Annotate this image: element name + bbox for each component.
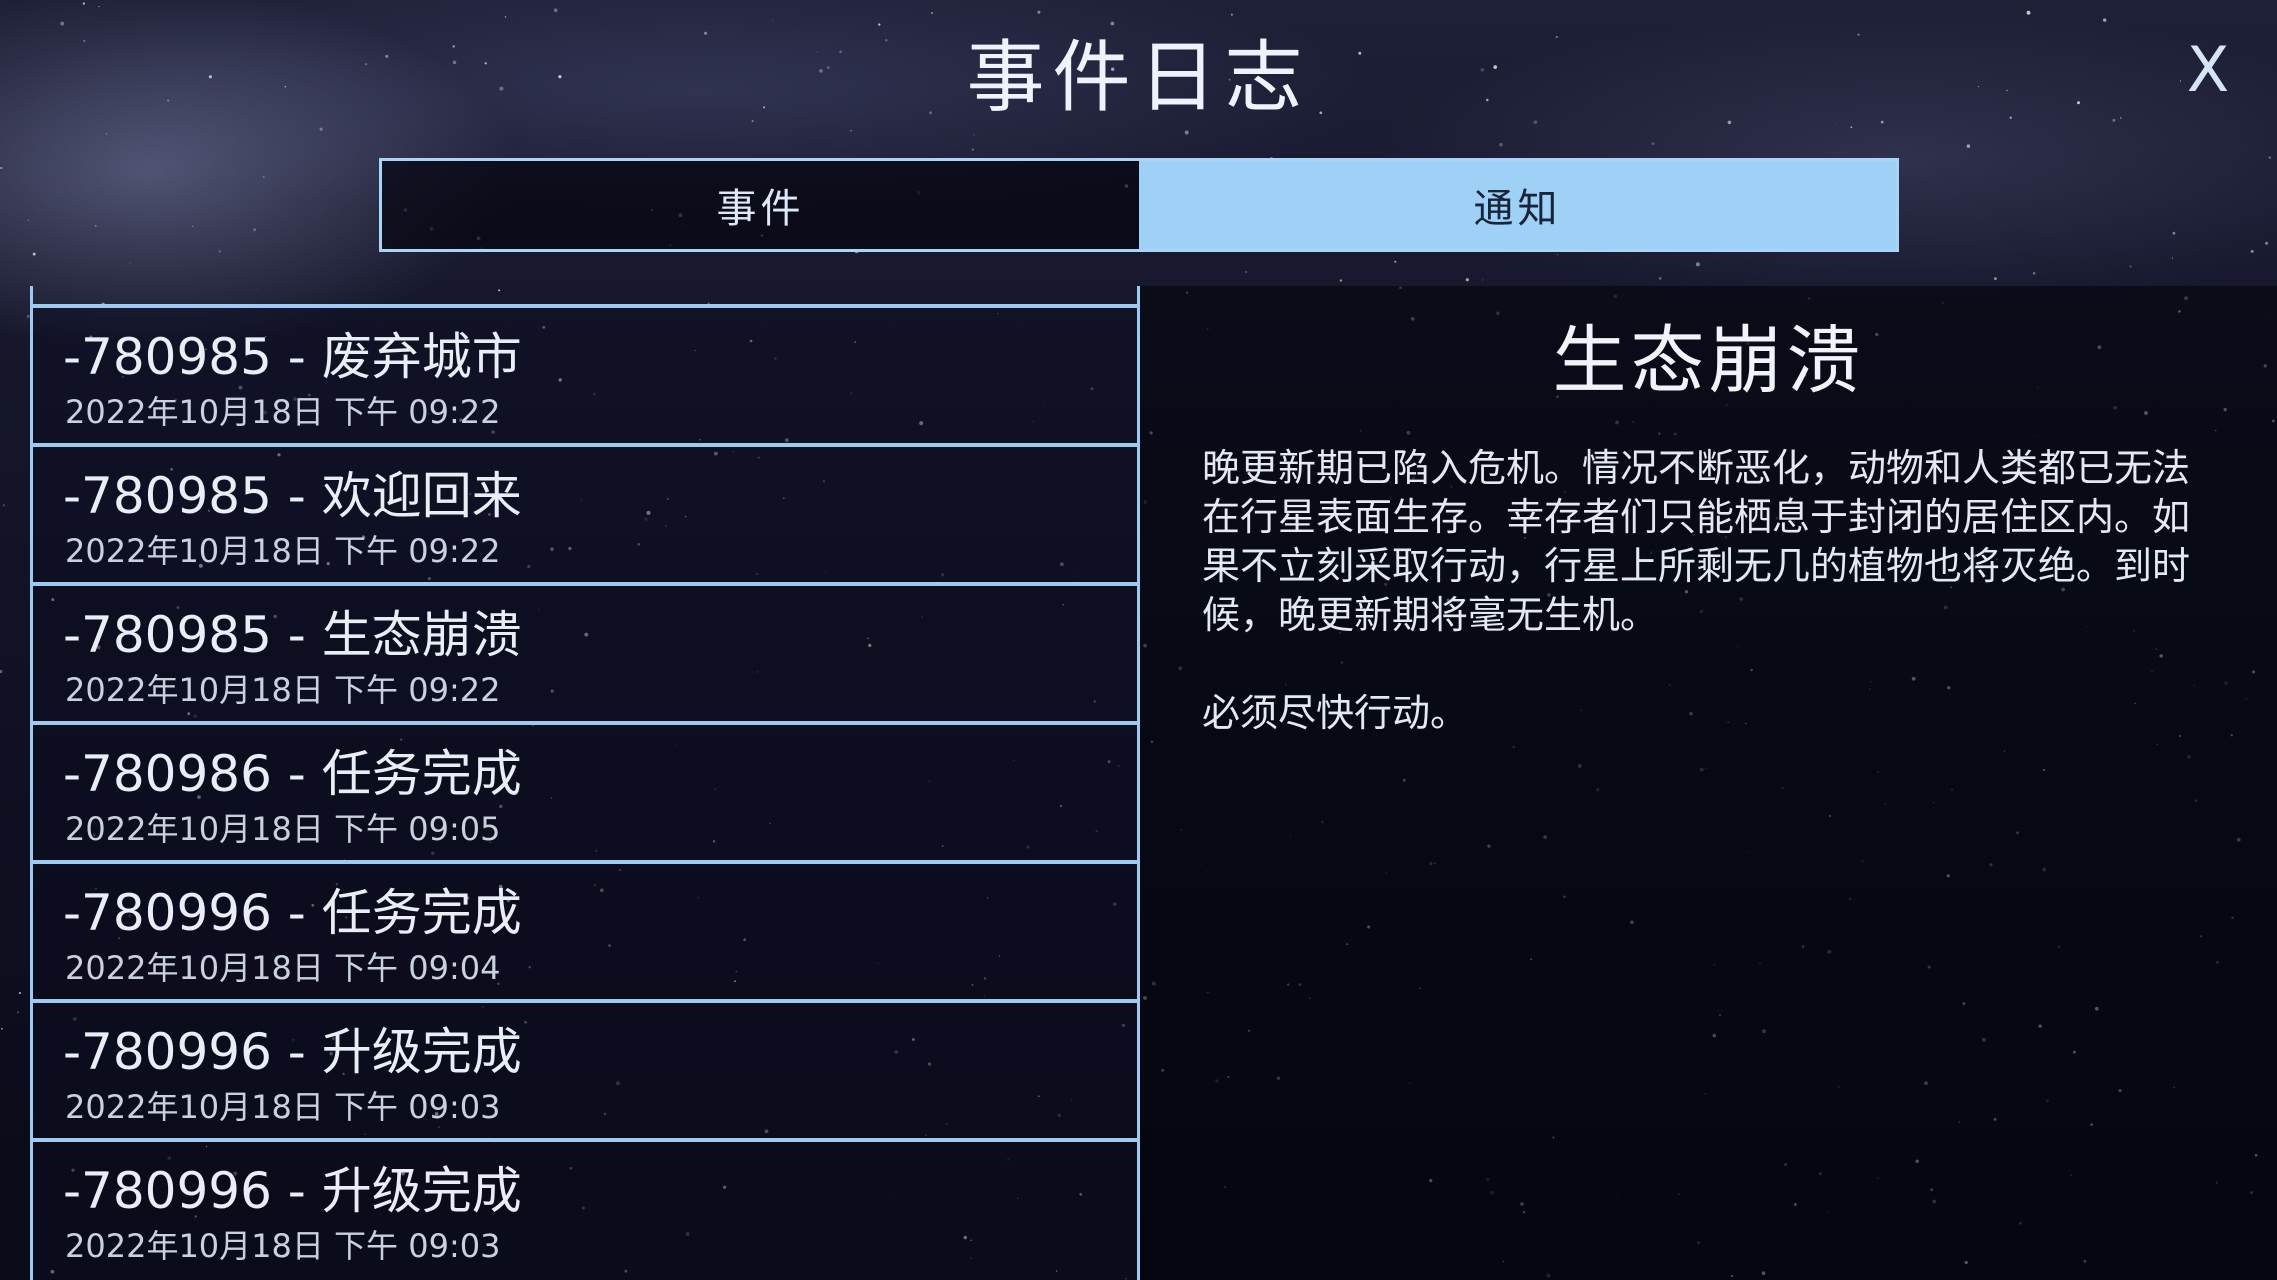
event-list[interactable]: -780985 - 废弃城市 2022年10月18日 下午 09:22 -780…: [30, 286, 1140, 1280]
notification-detail-panel: 生态崩溃 晚更新期已陷入危机。情况不断恶化，动物和人类都已无法在行星表面生存。幸…: [1140, 286, 2277, 1280]
list-item[interactable]: -780985 - 生态崩溃 2022年10月18日 下午 09:22: [33, 582, 1137, 721]
tab-events[interactable]: 事件: [382, 161, 1139, 249]
list-item-timestamp: 2022年10月18日 下午 09:22: [65, 532, 501, 570]
list-item[interactable]: -780996 - 升级完成 2022年10月18日 下午 09:03: [33, 999, 1137, 1138]
detail-paragraph: 晚更新期已陷入危机。情况不断恶化，动物和人类都已无法在行星表面生存。幸存者们只能…: [1202, 446, 2191, 637]
list-item-title: -780985 - 废弃城市: [63, 328, 522, 386]
list-item[interactable]: -780985 - 欢迎回来 2022年10月18日 下午 09:22: [33, 443, 1137, 582]
list-item[interactable]: -780986 - 任务完成 2022年10月18日 下午 09:05: [33, 721, 1137, 860]
list-item-title: -780985 - 欢迎回来: [63, 467, 522, 525]
detail-title: 生态崩溃: [1552, 318, 1865, 404]
list-item-timestamp: 2022年10月18日 下午 09:22: [65, 393, 501, 431]
list-item-timestamp: 2022年10月18日 下午 09:03: [65, 1227, 501, 1265]
list-item-title: -780985 - 生态崩溃: [63, 606, 522, 664]
list-item-timestamp: 2022年10月18日 下午 09:05: [65, 810, 501, 848]
tab-notifications[interactable]: 通知: [1139, 161, 1896, 249]
list-item[interactable]: -780996 - 任务完成 2022年10月18日 下午 09:04: [33, 860, 1137, 999]
list-item-timestamp: 2022年10月18日 下午 09:22: [65, 671, 501, 709]
list-item-timestamp: 2022年10月18日 下午 09:04: [65, 949, 501, 987]
list-item-title: -780996 - 任务完成: [63, 884, 522, 942]
list-item-title: -780986 - 任务完成: [63, 745, 522, 803]
list-item-title: -780996 - 升级完成: [63, 1023, 522, 1081]
list-item-timestamp: 2022年10月18日 下午 09:03: [65, 1088, 501, 1126]
close-button[interactable]: X: [2176, 30, 2240, 110]
list-item[interactable]: -780996 - 升级完成 2022年10月18日 下午 09:03: [33, 1138, 1137, 1277]
detail-paragraph: 必须尽快行动。: [1202, 691, 1469, 735]
event-log-screen: 事件日志 X 事件 通知 -780985 - 废弃城市 2022年10月18日 …: [0, 0, 2277, 1280]
list-item-title: -780996 - 升级完成: [63, 1162, 522, 1220]
tab-bar: 事件 通知: [379, 158, 1899, 252]
detail-body: 晚更新期已陷入危机。情况不断恶化，动物和人类都已无法在行星表面生存。幸存者们只能…: [1202, 444, 2222, 787]
list-item[interactable]: -780985 - 废弃城市 2022年10月18日 下午 09:22: [33, 304, 1137, 443]
page-title: 事件日志: [966, 33, 1311, 123]
